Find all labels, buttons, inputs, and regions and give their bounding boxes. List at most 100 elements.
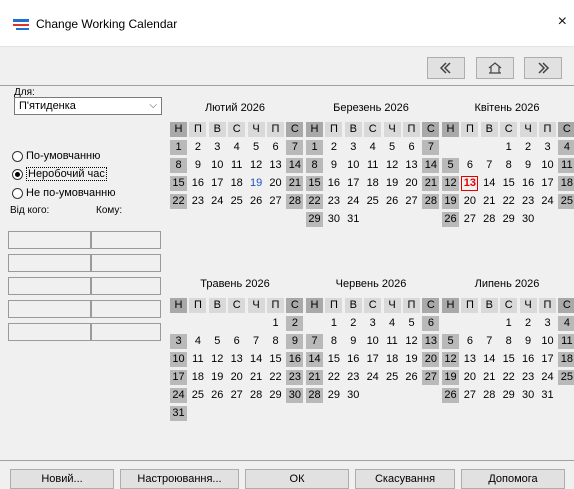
calendar-day[interactable]: 12 xyxy=(248,158,265,173)
calendar-day[interactable]: 10 xyxy=(170,352,187,367)
calendar-day[interactable]: 11 xyxy=(558,158,574,173)
calendar-day[interactable]: 7 xyxy=(481,334,498,349)
calendar-day[interactable]: 17 xyxy=(364,352,381,367)
calendar-day[interactable]: 12 xyxy=(442,352,459,367)
calendar-day[interactable]: 9 xyxy=(286,334,304,349)
calendar-day[interactable]: 9 xyxy=(325,158,342,173)
calendar-day[interactable]: 12 xyxy=(384,158,401,173)
calendar-day[interactable]: 6 xyxy=(461,158,478,173)
calendar-day[interactable]: 20 xyxy=(267,176,284,191)
calendar-day[interactable]: 27 xyxy=(403,194,420,209)
calendar-day[interactable]: 13 xyxy=(228,352,245,367)
calendar-day[interactable]: 2 xyxy=(520,316,537,331)
calendar-day[interactable]: 3 xyxy=(345,140,362,155)
time-range-cell[interactable] xyxy=(91,277,161,295)
calendar-day[interactable]: 30 xyxy=(520,388,537,403)
calendar-day[interactable]: 4 xyxy=(558,316,574,331)
calendar-day[interactable]: 19 xyxy=(403,352,420,367)
calendar-day[interactable]: 5 xyxy=(209,334,226,349)
calendar-day[interactable]: 11 xyxy=(189,352,206,367)
calendar-day[interactable]: 13 xyxy=(461,176,479,191)
calendar-day[interactable]: 25 xyxy=(189,388,206,403)
calendar-day[interactable]: 16 xyxy=(286,352,304,367)
calendar-day[interactable]: 16 xyxy=(520,176,537,191)
today-button[interactable] xyxy=(476,57,514,79)
calendar-day[interactable]: 17 xyxy=(539,176,556,191)
calendar-day[interactable]: 28 xyxy=(248,388,265,403)
calendar-day[interactable]: 22 xyxy=(500,370,517,385)
calendar-day[interactable]: 23 xyxy=(520,370,537,385)
time-range-cell[interactable] xyxy=(91,323,161,341)
calendar-day[interactable]: 26 xyxy=(248,194,265,209)
calendar-day[interactable]: 4 xyxy=(384,316,401,331)
calendar-day[interactable]: 7 xyxy=(481,158,498,173)
calendar-day[interactable]: 22 xyxy=(170,194,187,209)
time-range-cell[interactable] xyxy=(91,254,161,272)
calendar-day[interactable]: 23 xyxy=(325,194,342,209)
settings-button[interactable]: Настроювання... xyxy=(120,469,239,489)
calendar-day[interactable]: 21 xyxy=(481,194,498,209)
calendar-day[interactable]: 17 xyxy=(539,352,556,367)
calendar-day[interactable]: 18 xyxy=(558,176,574,191)
calendar-day[interactable]: 26 xyxy=(209,388,226,403)
calendar-day[interactable]: 14 xyxy=(481,352,498,367)
radio-nondefault-circle[interactable] xyxy=(12,187,23,199)
radio-nondefault[interactable]: Не по-умовчанню xyxy=(12,185,116,201)
calendar-day[interactable]: 20 xyxy=(461,370,478,385)
calendar-day[interactable]: 6 xyxy=(422,316,440,331)
calendar-day[interactable]: 3 xyxy=(364,316,381,331)
calendar-day[interactable]: 27 xyxy=(422,370,440,385)
calendar-day[interactable]: 21 xyxy=(306,370,323,385)
calendar-day[interactable]: 14 xyxy=(481,176,498,191)
calendar-day[interactable]: 19 xyxy=(209,370,226,385)
calendar-day[interactable]: 25 xyxy=(364,194,381,209)
calendar-day[interactable]: 4 xyxy=(558,140,574,155)
calendar-day[interactable]: 14 xyxy=(422,158,440,173)
calendar-day[interactable]: 3 xyxy=(539,140,556,155)
calendar-day[interactable]: 21 xyxy=(248,370,265,385)
calendar-day[interactable]: 28 xyxy=(481,388,498,403)
calendar-day[interactable]: 7 xyxy=(422,140,440,155)
calendar-day[interactable]: 1 xyxy=(500,140,517,155)
calendar-day[interactable]: 9 xyxy=(345,334,362,349)
calendar-day[interactable]: 24 xyxy=(170,388,187,403)
calendar-day[interactable]: 15 xyxy=(500,176,517,191)
calendar-day[interactable]: 8 xyxy=(170,158,187,173)
radio-nonworking[interactable]: Неробочий час xyxy=(12,166,107,182)
calendar-day[interactable]: 8 xyxy=(267,334,284,349)
calendar-day[interactable]: 2 xyxy=(286,316,304,331)
calendar-day[interactable]: 22 xyxy=(267,370,284,385)
calendar-day[interactable]: 26 xyxy=(384,194,401,209)
calendar-day[interactable]: 19 xyxy=(248,176,265,191)
calendar-day[interactable]: 21 xyxy=(481,370,498,385)
calendar-day[interactable]: 3 xyxy=(170,334,187,349)
calendar-day[interactable]: 29 xyxy=(500,212,517,227)
calendar-day[interactable]: 22 xyxy=(500,194,517,209)
calendar-day[interactable]: 24 xyxy=(364,370,381,385)
calendar-day[interactable]: 2 xyxy=(345,316,362,331)
calendar-day[interactable]: 8 xyxy=(500,158,517,173)
calendar-day[interactable]: 30 xyxy=(345,388,362,403)
calendar-day[interactable]: 18 xyxy=(384,352,401,367)
calendar-day[interactable]: 12 xyxy=(403,334,420,349)
calendar-day[interactable]: 5 xyxy=(403,316,420,331)
calendar-day[interactable]: 14 xyxy=(286,158,304,173)
calendar-day[interactable]: 30 xyxy=(520,212,537,227)
calendar-day[interactable]: 24 xyxy=(209,194,226,209)
calendar-select[interactable]: П'ятиденка ⌵ xyxy=(14,97,162,115)
calendar-day[interactable]: 2 xyxy=(325,140,342,155)
calendar-day[interactable]: 12 xyxy=(442,176,459,191)
radio-nonworking-circle[interactable] xyxy=(12,168,23,180)
calendar-day[interactable]: 25 xyxy=(558,194,574,209)
cancel-button[interactable]: Скасування xyxy=(355,469,455,489)
calendar-day[interactable]: 18 xyxy=(189,370,206,385)
calendar-day[interactable]: 4 xyxy=(364,140,381,155)
calendar-day[interactable]: 2 xyxy=(520,140,537,155)
radio-default-circle[interactable] xyxy=(12,150,23,162)
calendar-day[interactable]: 28 xyxy=(481,212,498,227)
help-button[interactable]: Допомога xyxy=(461,469,565,489)
calendar-day[interactable]: 14 xyxy=(306,352,323,367)
calendar-day[interactable]: 28 xyxy=(422,194,440,209)
calendar-day[interactable]: 20 xyxy=(461,194,478,209)
calendar-day[interactable]: 23 xyxy=(345,370,362,385)
